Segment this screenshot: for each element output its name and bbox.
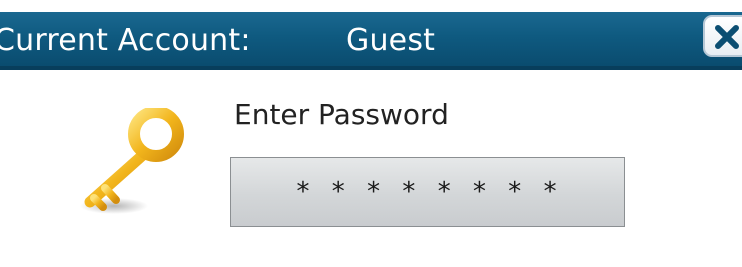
password-dialog: Current Account: Guest Enter Password * … [0,0,742,267]
close-icon [715,25,739,49]
title-bar: Current Account: Guest [0,12,742,70]
password-field[interactable]: * * * * * * * * [230,157,625,227]
close-button[interactable] [703,15,742,57]
enter-password-label: Enter Password [234,98,449,131]
current-account-label: Current Account: [0,23,251,58]
key-icon [80,108,184,214]
password-value: * * * * * * * * [295,177,560,207]
current-account-name: Guest [346,23,436,58]
